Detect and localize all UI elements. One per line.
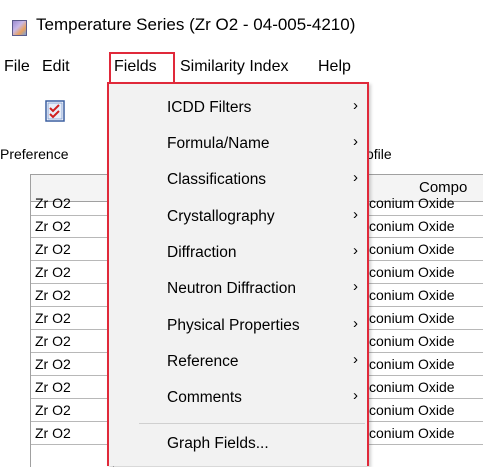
cell-formula: Zr O2 [35,356,71,372]
cell-formula: Zr O2 [35,195,71,211]
profile-button-label[interactable]: ofile [366,146,392,162]
fields-menu-highlight [109,52,175,84]
submenu-arrow-icon: › [353,315,358,332]
menu-item-neutron-diffraction[interactable]: Neutron Diffraction › [109,272,367,308]
menu-item-label: Diffraction [167,244,237,261]
cell-compound-name: conium Oxide [369,333,455,349]
cell-formula: Zr O2 [35,287,71,303]
column-header-compound[interactable]: Compo [419,179,467,196]
fields-dropdown-menu: ICDD Filters › Formula/Name › Classifica… [107,82,369,466]
cell-formula: Zr O2 [35,379,71,395]
submenu-arrow-icon: › [353,351,358,368]
menu-item-label: Reference [167,353,239,370]
menu-item-comments[interactable]: Comments › [109,381,367,417]
submenu-arrow-icon: › [353,242,358,259]
menu-file[interactable]: File [4,56,30,78]
cell-formula: Zr O2 [35,264,71,280]
submenu-arrow-icon: › [353,278,358,295]
submenu-arrow-icon: › [353,97,358,114]
cell-compound-name: conium Oxide [369,425,455,441]
cell-compound-name: conium Oxide [369,310,455,326]
cell-formula: Zr O2 [35,218,71,234]
menu-item-label: Physical Properties [167,317,300,334]
cell-formula: Zr O2 [35,310,71,326]
menu-item-label: Comments [167,389,242,406]
submenu-arrow-icon: › [353,206,358,223]
window-title: Temperature Series (Zr O2 - 04-005-4210) [36,15,356,34]
menu-item-label: Graph Fields... [167,435,269,452]
menu-item-label: Classifications [167,171,267,188]
cell-compound-name: conium Oxide [369,356,455,372]
menu-item-icdd-filters[interactable]: ICDD Filters › [109,91,367,127]
preferences-button-label[interactable]: Preference [0,146,68,162]
submenu-arrow-icon: › [353,387,358,404]
cell-formula: Zr O2 [35,241,71,257]
menu-item-label: Neutron Diffraction [167,280,296,297]
cell-formula: Zr O2 [35,402,71,418]
cell-formula: Zr O2 [35,425,71,441]
menu-bar: File Edit Fields Similarity Index Help [0,50,483,82]
menu-item-label: ICDD Filters [167,99,252,116]
cell-compound-name: conium Oxide [369,264,455,280]
cell-compound-name: conium Oxide [369,379,455,395]
cell-compound-name: conium Oxide [369,402,455,418]
preferences-checklist-icon[interactable] [45,100,65,122]
menu-edit[interactable]: Edit [42,56,70,78]
cell-compound-name: conium Oxide [369,287,455,303]
app-icon [12,20,27,36]
menu-similarity-index[interactable]: Similarity Index [180,56,288,78]
menu-item-graph-fields[interactable]: Graph Fields... [109,427,367,463]
menu-item-classifications[interactable]: Classifications › [109,163,367,199]
menu-item-label: Formula/Name [167,135,270,152]
cell-compound-name: conium Oxide [369,241,455,257]
submenu-arrow-icon: › [353,133,358,150]
menu-item-physical-properties[interactable]: Physical Properties › [109,309,367,345]
cell-formula: Zr O2 [35,333,71,349]
menu-item-label: Crystallography [167,208,275,225]
cell-compound-name: conium Oxide [369,218,455,234]
menu-item-diffraction[interactable]: Diffraction › [109,236,367,272]
title-bar: Temperature Series (Zr O2 - 04-005-4210) [0,0,483,51]
menu-separator [139,423,365,424]
menu-item-reference[interactable]: Reference › [109,345,367,381]
submenu-arrow-icon: › [353,169,358,186]
menu-help[interactable]: Help [318,56,351,78]
cell-compound-name: conium Oxide [369,195,455,211]
menu-item-formula-name[interactable]: Formula/Name › [109,127,367,163]
menu-item-crystallography[interactable]: Crystallography › [109,200,367,236]
